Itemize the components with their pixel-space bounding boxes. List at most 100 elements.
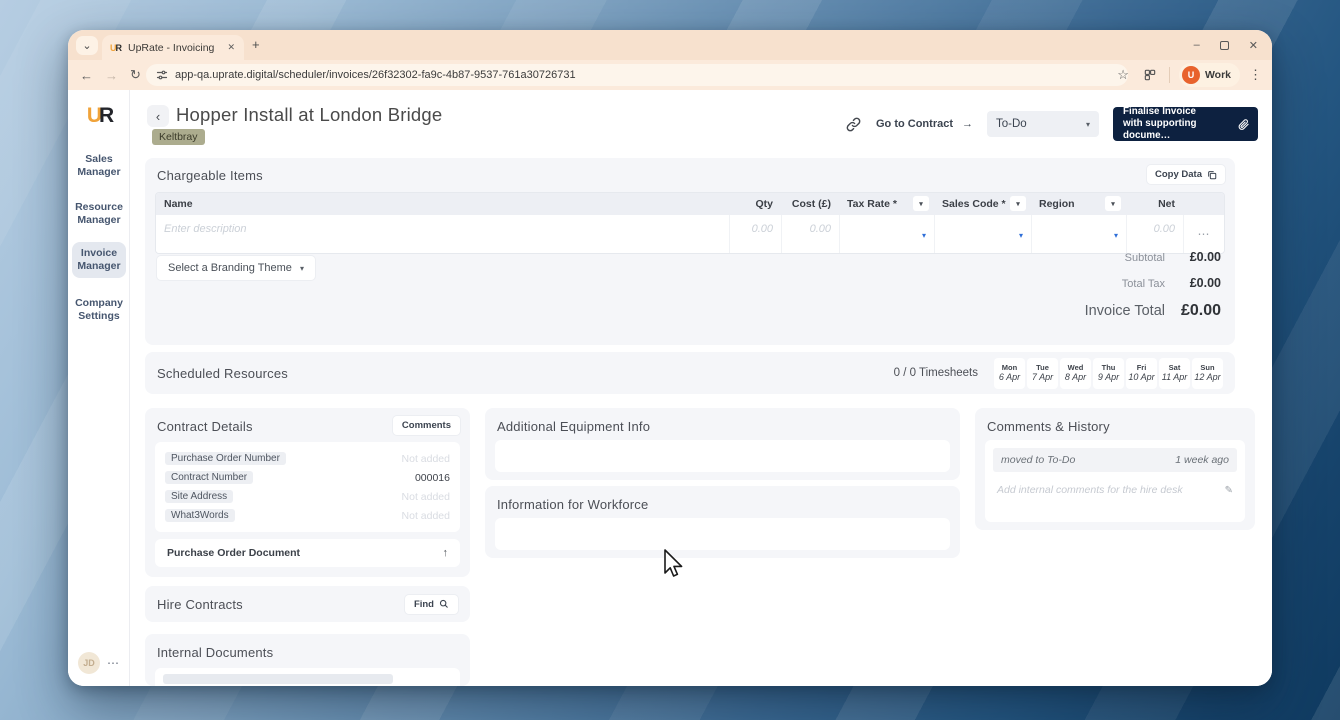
tab-close-icon[interactable]: ✕ (225, 40, 237, 55)
tab-groups-icon[interactable] (1143, 68, 1157, 82)
field-value: 000016 (414, 471, 450, 484)
profile-chip[interactable]: U Work (1178, 63, 1240, 87)
back-button[interactable]: ‹ (147, 105, 169, 127)
col-actions (1183, 193, 1224, 215)
comment-input[interactable]: Add internal comments for the hire desk … (993, 484, 1237, 496)
scheduled-resources-heading: Scheduled Resources (157, 365, 288, 381)
purchase-order-document-upload[interactable]: Purchase Order Document ↑ (155, 539, 460, 567)
caret-down-icon[interactable]: ▾ (1010, 196, 1026, 211)
window-close-button[interactable]: ✕ (1249, 39, 1258, 52)
field-label: Contract Number (165, 471, 254, 484)
app-sidebar: UR Sales Manager Resource Manager Invoic… (68, 90, 130, 686)
col-region: Region ▾ (1031, 193, 1126, 215)
finalise-invoice-button[interactable]: Finalise Invoice with supporting docume… (1113, 106, 1258, 141)
app-logo: UR (86, 104, 114, 127)
caret-down-icon: ▾ (1113, 231, 1118, 240)
status-dropdown[interactable]: To-Do ▾ (987, 111, 1099, 137)
col-net: Net (1158, 198, 1175, 210)
internal-documents-panel (155, 668, 460, 686)
back-icon[interactable]: ← (80, 68, 93, 83)
day-chip-wed[interactable]: Wed 8 Apr (1060, 357, 1091, 389)
net-value: 0.00 (1153, 223, 1175, 235)
user-avatar[interactable]: JD (78, 652, 100, 674)
day-chip-fri[interactable]: Fri 10 Apr (1126, 357, 1157, 389)
user-menu-icon[interactable]: ⋯ (107, 656, 120, 670)
caret-down-icon: ▾ (921, 231, 926, 240)
site-favicon: UR (110, 42, 122, 53)
description-input[interactable]: Enter description (164, 223, 247, 235)
ellipsis-icon: ⋯ (1197, 227, 1211, 241)
back-chevron-icon: ‹ (155, 108, 161, 124)
profile-avatar: U (1181, 66, 1200, 84)
pencil-icon: ✎ (1224, 484, 1233, 496)
workforce-info-card: Information for Workforce (485, 486, 960, 558)
browser-tab[interactable]: UR UpRate - Invoicing ✕ (102, 35, 244, 60)
day-chip-sat[interactable]: Sat 11 Apr (1159, 357, 1190, 389)
field-label: Purchase Order Number (165, 452, 286, 465)
bookmark-star-icon[interactable]: ☆ (1117, 67, 1129, 83)
caret-down-icon[interactable]: ▾ (1105, 196, 1121, 211)
reload-icon[interactable]: ↻ (130, 67, 141, 83)
history-time: 1 week ago (1175, 454, 1229, 466)
col-sales-code: Sales Code * ▾ (934, 193, 1031, 215)
site-info-icon[interactable] (156, 69, 168, 81)
cost-input[interactable]: 0.00 (810, 223, 831, 235)
region-select[interactable]: ▾ (1031, 215, 1126, 253)
client-tag: Keltbray (152, 129, 205, 145)
invoice-total-label: Invoice Total (1084, 303, 1165, 319)
comments-button[interactable]: Comments (392, 416, 460, 435)
col-qty: Qty (755, 198, 773, 210)
browser-toolbar: ← → ↻ app-qa.uprate.digital/scheduler/in… (68, 60, 1272, 90)
col-tax-rate: Tax Rate * ▾ (839, 193, 934, 215)
document-placeholder-bar (163, 674, 393, 684)
row-more-button[interactable]: ⋯ (1183, 215, 1224, 253)
browser-menu-icon[interactable]: ⋮ (1249, 67, 1262, 83)
status-value: To-Do (996, 118, 1027, 130)
copy-link-icon[interactable] (845, 116, 862, 133)
sidebar-item-invoice-manager[interactable]: Invoice Manager (72, 242, 126, 279)
page-title: Hopper Install at London Bridge (176, 104, 443, 125)
find-button[interactable]: Find (404, 594, 458, 614)
workforce-info-input[interactable] (495, 518, 950, 550)
qty-input[interactable]: 0.00 (752, 223, 773, 235)
day-chip-sun[interactable]: Sun 12 Apr (1192, 357, 1223, 389)
col-name: Name (164, 198, 193, 210)
col-cost: Cost (£) (791, 198, 831, 210)
additional-equipment-input[interactable] (495, 440, 950, 472)
minimize-button[interactable]: – (1194, 39, 1200, 51)
caret-down-icon[interactable]: ▾ (913, 196, 929, 211)
internal-documents-card: Internal Documents (145, 634, 470, 686)
sidebar-item-resource-manager[interactable]: Resource Manager (72, 196, 126, 232)
copy-data-button[interactable]: Copy Data (1147, 165, 1225, 184)
total-tax-value: £0.00 (1189, 276, 1221, 290)
sidebar-item-sales-manager[interactable]: Sales Manager (72, 148, 126, 184)
timesheets-count: 0 / 0 Timesheets (893, 367, 978, 379)
field-value: Not added (401, 490, 450, 503)
caret-down-icon: ▾ (299, 263, 304, 273)
sales-code-select[interactable]: ▾ (934, 215, 1031, 253)
field-value: Not added (401, 509, 450, 522)
field-value: Not added (401, 452, 450, 465)
hire-contracts-heading: Hire Contracts (157, 596, 243, 612)
tab-search-button[interactable]: ⌄ (76, 36, 98, 55)
comments-history-heading: Comments & History (987, 419, 1110, 434)
go-to-contract-button[interactable]: Go to Contract → (876, 118, 973, 130)
contract-details-heading: Contract Details (157, 419, 253, 434)
url-text: app-qa.uprate.digital/scheduler/invoices… (175, 69, 576, 81)
day-chip-tue[interactable]: Tue 7 Apr (1027, 357, 1058, 389)
address-bar[interactable]: app-qa.uprate.digital/scheduler/invoices… (146, 64, 1128, 86)
sidebar-item-company-settings[interactable]: Company Settings (72, 292, 126, 328)
profile-name: Work (1204, 69, 1231, 81)
tax-rate-select[interactable]: ▾ (839, 215, 934, 253)
chargeable-items-heading: Chargeable Items (157, 168, 263, 183)
contract-details-card: Contract Details Comments Purchase Order… (145, 408, 470, 577)
caret-down-icon: ▾ (1018, 231, 1023, 240)
new-tab-button[interactable]: + (252, 37, 260, 52)
maximize-button[interactable] (1219, 40, 1229, 50)
browser-tabstrip: ⌄ UR UpRate - Invoicing ✕ + – ✕ (68, 30, 1272, 60)
forward-icon[interactable]: → (105, 68, 118, 83)
day-chip-mon[interactable]: Mon 6 Apr (994, 357, 1025, 389)
subtotal-value: £0.00 (1189, 250, 1221, 264)
branding-theme-dropdown[interactable]: Select a Branding Theme ▾ (157, 256, 315, 280)
day-chip-thu[interactable]: Thu 9 Apr (1093, 357, 1124, 389)
